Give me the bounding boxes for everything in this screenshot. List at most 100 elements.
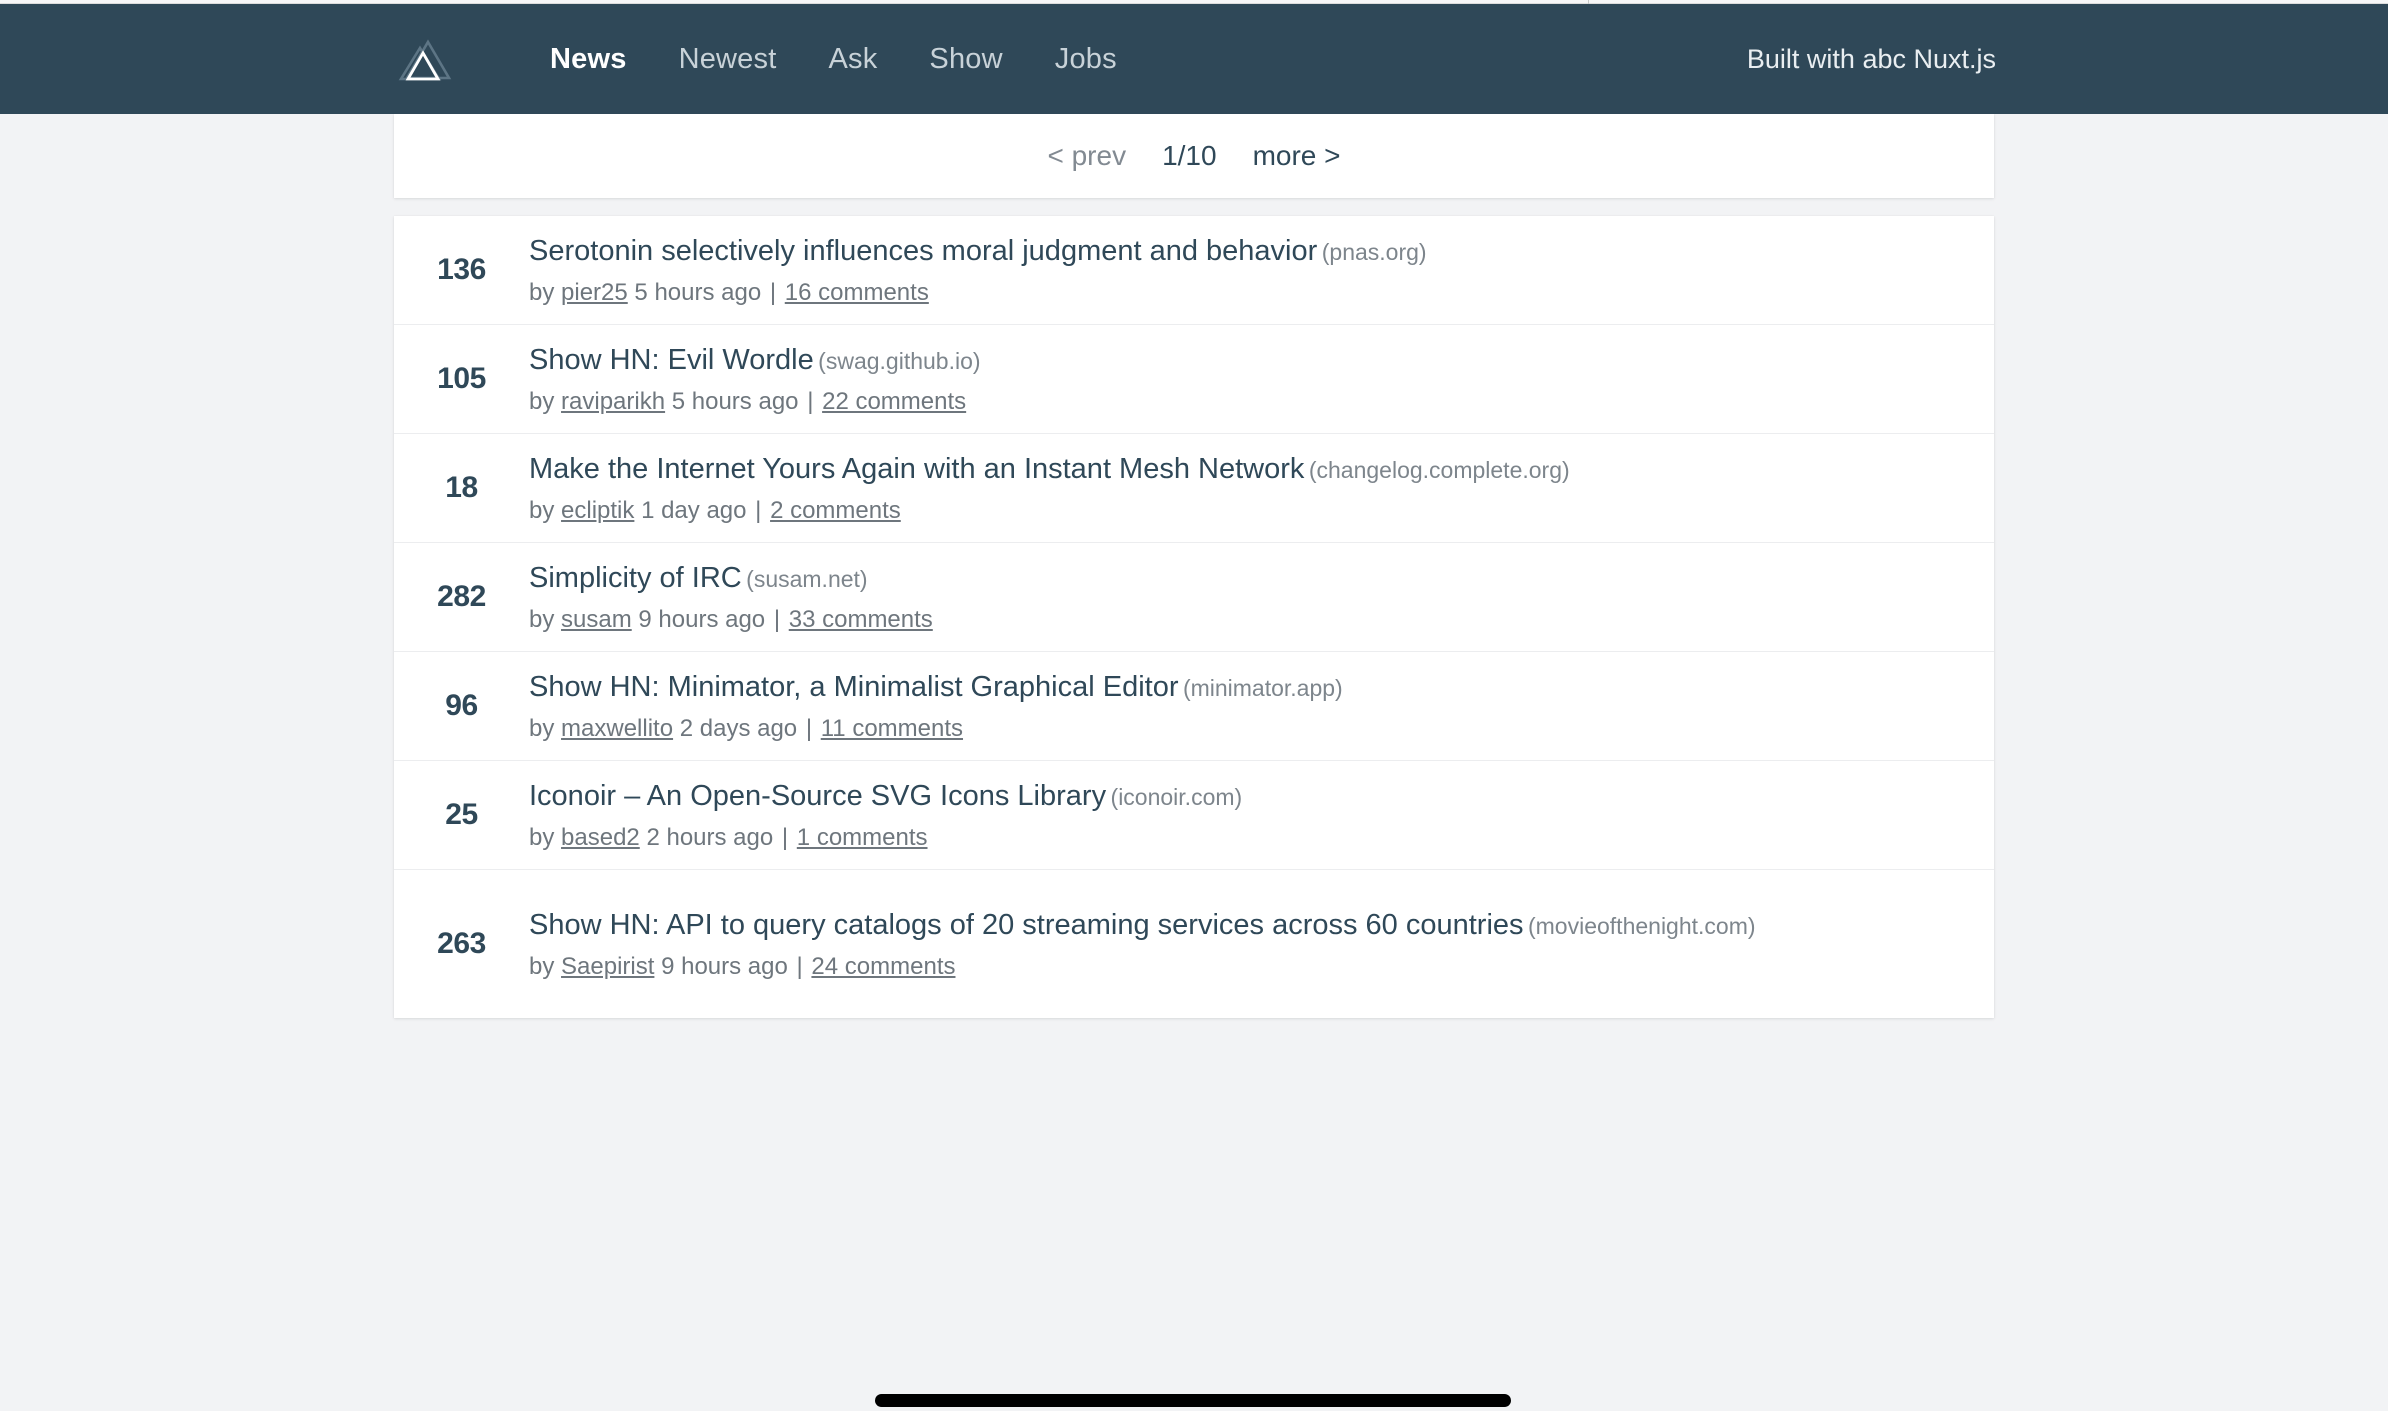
- by-label: by: [529, 278, 555, 306]
- item-score: 136: [437, 253, 486, 286]
- item-host: (minimator.app): [1182, 674, 1343, 701]
- item-title-link[interactable]: Show HN: Evil Wordle: [529, 344, 814, 376]
- next-page-button[interactable]: more >: [1229, 140, 1365, 172]
- item-host: (pnas.org): [1321, 238, 1427, 265]
- meta-separator: |: [796, 952, 803, 980]
- item-body: Iconoir – An Open-Source SVG Icons Libra…: [529, 777, 1994, 853]
- item-comments-link[interactable]: 24 comments: [811, 953, 955, 980]
- item-meta: by based2 2 hours ago | 1 comments: [529, 822, 1966, 853]
- item-title-link[interactable]: Make the Internet Yours Again with an In…: [529, 453, 1304, 485]
- by-label: by: [529, 387, 555, 415]
- item-comments-link[interactable]: 11 comments: [821, 715, 963, 742]
- item-title-link[interactable]: Show HN: Minimator, a Minimalist Graphic…: [529, 671, 1178, 703]
- meta-separator: |: [773, 605, 781, 633]
- item-author-link[interactable]: susam: [561, 606, 632, 633]
- by-label: by: [529, 714, 555, 742]
- item-title-line: Iconoir – An Open-Source SVG Icons Libra…: [529, 777, 1966, 816]
- item-meta: by raviparikh 5 hours ago | 22 comments: [529, 386, 1966, 417]
- item-title-line: Serotonin selectively influences moral j…: [529, 232, 1966, 271]
- item-title-line: Show HN: Minimator, a Minimalist Graphic…: [529, 668, 1966, 707]
- nav-link-jobs[interactable]: Jobs: [1029, 4, 1143, 114]
- item-meta: by pier25 5 hours ago | 16 comments: [529, 277, 1966, 308]
- item-meta: by ecliptik 1 day ago | 2 comments: [529, 495, 1966, 526]
- nav-link-show[interactable]: Show: [903, 4, 1028, 114]
- item-meta: by Saepirist 9 hours ago | 24 comments: [529, 951, 1966, 982]
- item-meta: by susam 9 hours ago | 33 comments: [529, 604, 1966, 635]
- item-author-link[interactable]: Saepirist: [561, 953, 654, 980]
- navbar-links: News Newest Ask Show Jobs: [524, 4, 1143, 114]
- news-item[interactable]: 282 Simplicity of IRC (susam.net) by sus…: [394, 543, 1994, 652]
- item-body: Simplicity of IRC (susam.net) by susam 9…: [529, 559, 1994, 635]
- item-comments-link[interactable]: 1 comments: [797, 824, 928, 851]
- prev-page-button[interactable]: < prev: [1023, 140, 1150, 172]
- item-score: 18: [445, 471, 478, 504]
- item-meta: by maxwellito 2 days ago | 11 comments: [529, 713, 1966, 744]
- item-comments-link[interactable]: 22 comments: [822, 388, 966, 415]
- item-time: 9 hours ago: [661, 952, 788, 980]
- item-author-link[interactable]: maxwellito: [561, 715, 673, 742]
- item-title-link[interactable]: Simplicity of IRC: [529, 562, 742, 594]
- item-host: (swag.github.io): [818, 347, 981, 374]
- built-with-label: Built with abc Nuxt.js: [1746, 44, 1996, 74]
- news-item[interactable]: 25 Iconoir – An Open-Source SVG Icons Li…: [394, 761, 1994, 870]
- item-title-link[interactable]: Iconoir – An Open-Source SVG Icons Libra…: [529, 780, 1106, 812]
- news-item[interactable]: 136 Serotonin selectively influences mor…: [394, 216, 1994, 325]
- item-score: 105: [437, 362, 486, 395]
- item-body: Show HN: Evil Wordle (swag.github.io) by…: [529, 341, 1994, 417]
- item-comments-link[interactable]: 2 comments: [770, 497, 901, 524]
- horizontal-scrollbar-thumb[interactable]: [875, 1394, 1511, 1407]
- by-label: by: [529, 496, 555, 524]
- item-title-line: Show HN: Evil Wordle (swag.github.io): [529, 341, 1966, 380]
- item-time: 5 hours ago: [634, 278, 762, 306]
- by-label: by: [529, 605, 555, 633]
- news-item[interactable]: 96 Show HN: Minimator, a Minimalist Grap…: [394, 652, 1994, 761]
- item-host: (iconoir.com): [1110, 783, 1243, 810]
- item-comments-link[interactable]: 16 comments: [785, 279, 929, 306]
- item-author-link[interactable]: based2: [561, 824, 640, 851]
- news-item[interactable]: 263 Show HN: API to query catalogs of 20…: [394, 870, 1994, 1018]
- meta-separator: |: [805, 714, 813, 742]
- item-score: 96: [445, 689, 478, 722]
- item-time: 2 days ago: [679, 714, 798, 742]
- item-comments-link[interactable]: 33 comments: [789, 606, 933, 633]
- item-body: Show HN: Minimator, a Minimalist Graphic…: [529, 668, 1994, 744]
- top-navbar: News Newest Ask Show Jobs Built with abc…: [0, 4, 2388, 114]
- item-score: 263: [437, 927, 486, 960]
- item-author-link[interactable]: ecliptik: [561, 497, 634, 524]
- nuxt-logo-icon[interactable]: [398, 34, 454, 84]
- item-title-link[interactable]: Serotonin selectively influences moral j…: [529, 235, 1317, 267]
- item-title-line: Simplicity of IRC (susam.net): [529, 559, 1966, 598]
- item-title-link[interactable]: Show HN: API to query catalogs of 20 str…: [529, 909, 1524, 941]
- nav-link-newest[interactable]: Newest: [653, 4, 803, 114]
- nav-link-ask[interactable]: Ask: [802, 4, 903, 114]
- item-score: 282: [437, 580, 486, 613]
- item-time: 2 hours ago: [646, 823, 774, 851]
- page-indicator: 1/10: [1162, 140, 1217, 171]
- news-list: 136 Serotonin selectively influences mor…: [394, 216, 1994, 1018]
- page-root: News Newest Ask Show Jobs Built with abc…: [0, 4, 2388, 1411]
- item-time: 9 hours ago: [638, 605, 766, 633]
- by-label: by: [529, 952, 555, 980]
- item-host: (susam.net): [746, 565, 868, 592]
- item-title-line: Show HN: API to query catalogs of 20 str…: [529, 906, 1966, 945]
- news-item[interactable]: 18 Make the Internet Yours Again with an…: [394, 434, 1994, 543]
- item-author-link[interactable]: raviparikh: [561, 388, 665, 415]
- content-column: < prev 1/10 more > 136 Serotonin selecti…: [394, 114, 1994, 1018]
- item-time: 1 day ago: [641, 496, 747, 524]
- item-time: 5 hours ago: [671, 387, 799, 415]
- meta-separator: |: [755, 496, 762, 524]
- meta-separator: |: [769, 278, 777, 306]
- item-body: Make the Internet Yours Again with an In…: [529, 450, 1994, 526]
- news-item[interactable]: 105 Show HN: Evil Wordle (swag.github.io…: [394, 325, 1994, 434]
- pagination-bar: < prev 1/10 more >: [394, 114, 1994, 198]
- item-score: 25: [445, 798, 478, 831]
- nav-link-news[interactable]: News: [524, 4, 653, 114]
- item-host: (movieofthenight.com): [1527, 912, 1756, 939]
- by-label: by: [529, 823, 555, 851]
- meta-separator: |: [781, 823, 789, 851]
- item-body: Serotonin selectively influences moral j…: [529, 232, 1994, 308]
- meta-separator: |: [807, 387, 814, 415]
- item-title-line: Make the Internet Yours Again with an In…: [529, 450, 1966, 489]
- item-body: Show HN: API to query catalogs of 20 str…: [529, 906, 1994, 982]
- item-author-link[interactable]: pier25: [561, 279, 628, 306]
